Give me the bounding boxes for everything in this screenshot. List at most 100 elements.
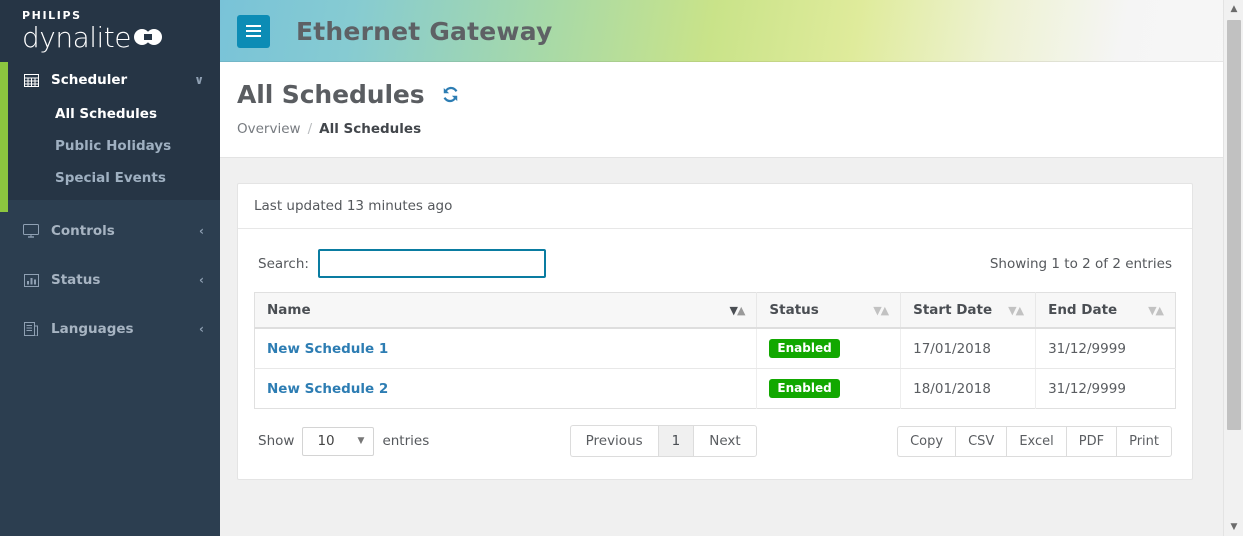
status-badge: Enabled [769, 379, 840, 398]
monitor-icon [22, 223, 40, 239]
schedule-link[interactable]: New Schedule 1 [267, 341, 388, 357]
pagination-next-button[interactable]: Next [693, 425, 757, 457]
document-icon [22, 321, 40, 337]
sidebar-item-scheduler[interactable]: Scheduler ∨ [0, 62, 220, 98]
page-header: All Schedules Overview / All Schedules [220, 62, 1243, 158]
active-section-accent [0, 62, 8, 212]
sort-asc-icon[interactable]: ▼ ▲ [729, 305, 745, 316]
caret-down-icon: ▼ [357, 436, 365, 446]
export-print-button[interactable]: Print [1116, 425, 1172, 457]
table-row: New Schedule 1 Enabled 17/01/2018 31/12/… [254, 328, 1176, 369]
cell-start-date: 17/01/2018 [900, 328, 1037, 369]
cell-status: Enabled [756, 328, 902, 369]
scrollbar-thumb[interactable] [1227, 20, 1241, 430]
table-footer: Show 10 ▼ entries Previous 1 Next Copy C… [254, 409, 1176, 457]
page-size-value: 10 [317, 433, 335, 449]
export-pdf-button[interactable]: PDF [1065, 425, 1117, 457]
breadcrumb: Overview / All Schedules [237, 121, 1243, 137]
export-buttons: Copy CSV Excel PDF Print [897, 425, 1172, 457]
page-size-select[interactable]: 10 ▼ [302, 426, 375, 456]
sidebar-sublabel-all-schedules: All Schedules [55, 106, 157, 122]
calendar-grid-icon [22, 72, 40, 88]
column-label-status: Status [769, 302, 819, 318]
sidebar-item-label-status: Status [51, 272, 101, 288]
sidebar-item-controls[interactable]: Controls ‹ [0, 213, 220, 249]
pagination: Previous 1 Next [569, 425, 757, 457]
export-excel-button[interactable]: Excel [1006, 425, 1066, 457]
schedule-link[interactable]: New Schedule 2 [267, 381, 388, 397]
column-label-start-date: Start Date [913, 302, 993, 318]
sidebar-item-special-events[interactable]: Special Events [0, 162, 220, 194]
sidebar: PHILIPS dynalite Scheduler ∨ All Schedul… [0, 0, 220, 536]
table-header-row: Name ▼ ▲ Status ▼ ▲ Start Date ▼ ▲ End D… [254, 292, 1176, 329]
search-input[interactable] [317, 249, 546, 278]
column-header-status[interactable]: Status ▼ ▲ [756, 292, 902, 329]
pagination-page-1-button[interactable]: 1 [657, 425, 694, 457]
chevron-down-icon[interactable]: ∨ [194, 74, 204, 86]
page-scrollbar[interactable]: ▲ ▼ [1223, 0, 1243, 536]
main-content: Ethernet Gateway All Schedules Overview … [220, 0, 1243, 536]
entries-info: Showing 1 to 2 of 2 entries [989, 255, 1172, 272]
show-label: Show [258, 433, 295, 449]
status-badge: Enabled [769, 339, 840, 358]
column-header-name[interactable]: Name ▼ ▲ [254, 292, 758, 329]
brand-dynalite: dynalite [22, 23, 220, 53]
brand-dynalite-text: dynalite [22, 21, 132, 54]
column-label-name: Name [267, 302, 311, 318]
app-title: Ethernet Gateway [296, 16, 553, 46]
scroll-up-arrow-icon[interactable]: ▲ [1224, 0, 1243, 18]
sidebar-item-all-schedules[interactable]: All Schedules [0, 98, 220, 130]
card-body: Search: Showing 1 to 2 of 2 entries Name [238, 229, 1192, 479]
cell-status: Enabled [756, 368, 902, 409]
cell-start-date: 18/01/2018 [900, 368, 1037, 409]
sidebar-section-scheduler: Scheduler ∨ All Schedules Public Holiday… [0, 62, 220, 200]
table-body: New Schedule 1 Enabled 17/01/2018 31/12/… [254, 328, 1176, 409]
entries-label: entries [382, 433, 430, 449]
search-group: Search: [258, 249, 546, 278]
sidebar-sublabel-public-holidays: Public Holidays [55, 138, 172, 154]
app-root: PHILIPS dynalite Scheduler ∨ All Schedul… [0, 0, 1243, 536]
schedules-table: Name ▼ ▲ Status ▼ ▲ Start Date ▼ ▲ End D… [254, 292, 1176, 409]
refresh-icon[interactable] [440, 84, 462, 106]
table-row: New Schedule 2 Enabled 18/01/2018 31/12/… [254, 368, 1176, 409]
column-header-end-date[interactable]: End Date ▼ ▲ [1035, 292, 1176, 329]
page-length-control: Show 10 ▼ entries [258, 426, 430, 456]
bar-chart-icon [22, 272, 40, 288]
sidebar-item-public-holidays[interactable]: Public Holidays [0, 130, 220, 162]
sort-both-icon[interactable]: ▼ ▲ [1008, 305, 1024, 316]
hamburger-icon[interactable] [237, 14, 270, 48]
search-label: Search: [258, 255, 309, 272]
last-updated-status: Last updated 13 minutes ago [238, 184, 1192, 229]
page-title-row: All Schedules [237, 80, 1243, 109]
column-label-end-date: End Date [1048, 302, 1118, 318]
sidebar-item-label-languages: Languages [51, 321, 134, 337]
cell-end-date: 31/12/9999 [1035, 328, 1176, 369]
page-title: All Schedules [237, 80, 425, 109]
cell-name: New Schedule 2 [254, 368, 758, 409]
sidebar-item-label-scheduler: Scheduler [51, 72, 128, 88]
breadcrumb-current: All Schedules [319, 121, 422, 137]
pagination-previous-button[interactable]: Previous [569, 425, 658, 457]
dynalite-shield-mark-icon [134, 29, 163, 45]
cell-end-date: 31/12/9999 [1035, 368, 1176, 409]
table-head: Name ▼ ▲ Status ▼ ▲ Start Date ▼ ▲ End D… [254, 292, 1176, 329]
scroll-down-arrow-icon[interactable]: ▼ [1224, 518, 1243, 536]
chevron-left-icon[interactable]: ‹ [199, 323, 204, 335]
cell-name: New Schedule 1 [254, 328, 758, 369]
sort-both-icon[interactable]: ▼ ▲ [873, 305, 889, 316]
brand-logo[interactable]: PHILIPS dynalite [0, 0, 220, 62]
table-controls: Search: Showing 1 to 2 of 2 entries [254, 245, 1176, 292]
schedules-card: Last updated 13 minutes ago Search: Show… [237, 183, 1193, 480]
sidebar-item-languages[interactable]: Languages ‹ [0, 311, 220, 347]
sort-both-icon[interactable]: ▼ ▲ [1148, 305, 1164, 316]
chevron-left-icon[interactable]: ‹ [199, 274, 204, 286]
export-csv-button[interactable]: CSV [955, 425, 1007, 457]
breadcrumb-overview[interactable]: Overview [237, 121, 301, 137]
column-header-start-date[interactable]: Start Date ▼ ▲ [900, 292, 1037, 329]
chevron-left-icon[interactable]: ‹ [199, 225, 204, 237]
top-bar: Ethernet Gateway [220, 0, 1243, 62]
sidebar-item-status[interactable]: Status ‹ [0, 262, 220, 298]
export-copy-button[interactable]: Copy [897, 425, 956, 457]
sidebar-item-label-controls: Controls [51, 223, 115, 239]
breadcrumb-separator: / [307, 121, 313, 137]
